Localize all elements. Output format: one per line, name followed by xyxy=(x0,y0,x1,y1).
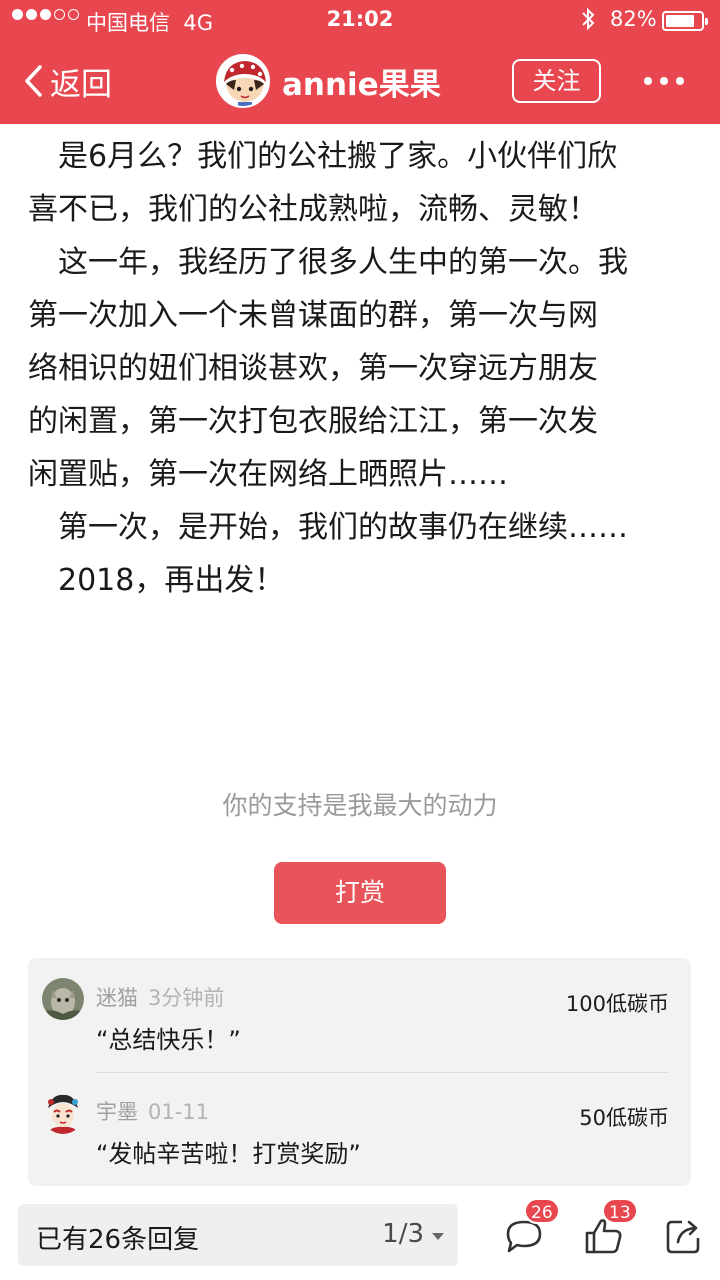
article-line: 第一次加入一个未曾谋面的群，第一次与网 xyxy=(28,298,598,333)
author-avatar[interactable] xyxy=(216,54,270,108)
back-button[interactable]: 返回 xyxy=(22,58,112,104)
article-line: 这一年，我经历了很多人生中的第一次。我 xyxy=(58,245,628,280)
article-body: 是6月么？我们的公社搬了家。小伙伴们欣 喜不已，我们的公社成熟啦，流畅、灵敏！ … xyxy=(28,130,696,607)
reward-user: 迷猫 3分钟前 xyxy=(96,982,224,1012)
user-avatar[interactable] xyxy=(42,978,84,1020)
author-header[interactable]: annie果果 xyxy=(216,54,441,108)
comment-count-badge: 26 xyxy=(524,1198,560,1224)
user-avatar[interactable] xyxy=(42,1092,84,1134)
bluetooth-icon xyxy=(582,7,595,31)
back-chevron-icon xyxy=(25,65,42,97)
top-bar: 中国电信 4G 21:02 82% 返回 annie果果 关注 xyxy=(0,0,720,124)
reward-username[interactable]: 宇墨 xyxy=(96,1100,138,1124)
article-line: 是6月么？我们的公社搬了家。小伙伴们欣 xyxy=(58,139,618,174)
reward-time: 01-11 xyxy=(148,1100,210,1124)
rewards-panel: 迷猫 3分钟前 100低碳币 “总结快乐！” 宇墨 01-11 50低碳币 “发帖辛… xyxy=(28,958,691,1186)
support-text: 你的支持是我最大的动力 xyxy=(222,791,498,820)
reply-count-text: 已有26条回复 xyxy=(36,1225,200,1255)
comment-button[interactable]: 26 xyxy=(502,1198,560,1258)
reward-message: “发帖辛苦啦！打赏奖励” xyxy=(96,1140,361,1168)
like-button[interactable]: 13 xyxy=(582,1198,638,1258)
article-line: 闲置贴，第一次在网络上晒照片…… xyxy=(28,457,508,492)
article-line: 喜不已，我们的公社成熟啦，流畅、灵敏！ xyxy=(28,192,598,227)
like-count-badge: 13 xyxy=(602,1198,638,1224)
reward-username[interactable]: 迷猫 xyxy=(96,986,138,1010)
reward-item: 迷猫 3分钟前 100低碳币 “总结快乐！” xyxy=(28,958,691,1072)
reward-amount: 100低碳币 xyxy=(565,992,669,1016)
author-name[interactable]: annie果果 xyxy=(282,59,441,104)
battery-icon xyxy=(662,11,708,31)
article-line: 的闲置，第一次打包衣服给江江，第一次发 xyxy=(28,404,598,439)
battery-percent: 82% xyxy=(610,7,657,31)
reward-item: 宇墨 01-11 50低碳币 “发帖辛苦啦！打赏奖励” xyxy=(28,1072,691,1186)
page-selector[interactable]: 1/3 xyxy=(382,1219,424,1249)
more-dots-icon[interactable] xyxy=(644,66,684,96)
reward-amount: 50低碳币 xyxy=(579,1106,669,1130)
reply-summary-button[interactable]: 已有26条回复 1/3 xyxy=(18,1204,458,1266)
back-label: 返回 xyxy=(50,66,112,103)
article-line: 2018，再出发！ xyxy=(58,563,285,598)
tip-button[interactable]: 打赏 xyxy=(274,862,446,924)
reward-message: “总结快乐！” xyxy=(96,1026,241,1054)
status-bar: 中国电信 4G 21:02 82% xyxy=(0,0,720,40)
bottom-bar: 已有26条回复 1/3 26 13 xyxy=(0,1192,720,1280)
share-button[interactable] xyxy=(662,1214,706,1258)
chevron-down-icon[interactable] xyxy=(432,1233,444,1240)
article-line: 第一次，是开始，我们的故事仍在继续…… xyxy=(58,510,628,545)
reward-user: 宇墨 01-11 xyxy=(96,1096,209,1126)
follow-button[interactable]: 关注 xyxy=(512,59,601,103)
article-line: 络相识的妞们相谈甚欢，第一次穿远方朋友 xyxy=(28,351,598,386)
navigation-bar: 返回 annie果果 关注 xyxy=(0,40,720,124)
reward-time: 3分钟前 xyxy=(148,986,225,1010)
share-icon xyxy=(666,1220,700,1254)
